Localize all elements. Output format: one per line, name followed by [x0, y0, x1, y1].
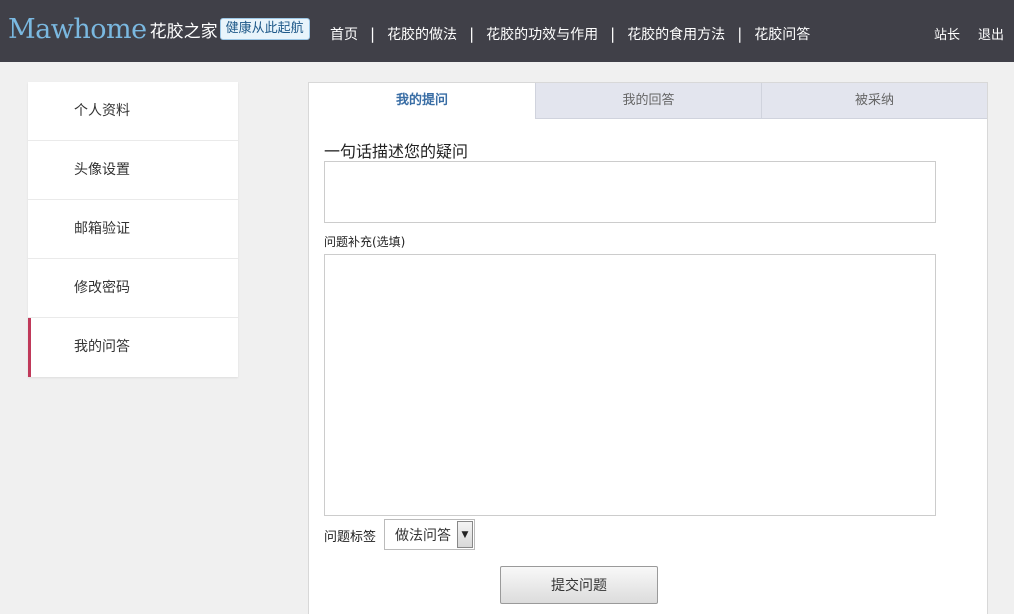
question-detail-input[interactable]: [324, 254, 936, 516]
sidebar-item-profile[interactable]: 个人资料: [28, 82, 238, 141]
account-sidebar: 个人资料 头像设置 邮箱验证 修改密码 我的问答: [28, 82, 238, 377]
top-header: Mawhome 花胶之家 健康从此起航 首页 | 花胶的做法 | 花胶的功效与作…: [0, 0, 1014, 62]
qa-tabs: 我的提问 我的回答 被采纳: [309, 83, 987, 119]
chevron-down-icon[interactable]: ▼: [457, 521, 473, 548]
nav-qa[interactable]: 花胶问答: [742, 24, 822, 44]
question-title-label: 一句话描述您的疑问: [324, 142, 469, 161]
sidebar-item-email-verify[interactable]: 邮箱验证: [28, 200, 238, 259]
nav-benefits[interactable]: 花胶的功效与作用: [474, 24, 610, 44]
user-links: 站长 退出: [916, 24, 1004, 43]
tab-my-questions[interactable]: 我的提问: [309, 83, 535, 119]
nav-eating-methods[interactable]: 花胶的食用方法: [615, 24, 737, 44]
site-logo[interactable]: Mawhome 花胶之家 健康从此起航: [8, 12, 310, 46]
tab-accepted[interactable]: 被采纳: [761, 83, 987, 119]
tab-my-answers[interactable]: 我的回答: [535, 83, 761, 119]
question-tag-label: 问题标签: [324, 530, 377, 545]
qa-panel: 我的提问 我的回答 被采纳 一句话描述您的疑问 问题补充(选填) 问题标签 做法…: [308, 82, 988, 614]
logo-chinese: 花胶之家: [149, 21, 218, 42]
tag-selected-value: 做法问答: [395, 527, 451, 544]
nav-home[interactable]: 首页: [318, 24, 370, 44]
logout-link[interactable]: 退出: [978, 24, 1004, 43]
question-detail-label: 问题补充(选填): [324, 235, 406, 249]
sidebar-item-avatar[interactable]: 头像设置: [28, 141, 238, 200]
logo-english: Mawhome: [8, 13, 147, 45]
logo-slogan: 健康从此起航: [219, 18, 310, 40]
user-profile-link[interactable]: 站长: [934, 24, 960, 43]
sidebar-item-change-password[interactable]: 修改密码: [28, 259, 238, 318]
main-nav: 首页 | 花胶的做法 | 花胶的功效与作用 | 花胶的食用方法 | 花胶问答: [318, 22, 822, 46]
nav-recipes[interactable]: 花胶的做法: [375, 24, 469, 44]
question-title-input[interactable]: [324, 161, 936, 223]
sidebar-item-my-qa[interactable]: 我的问答: [28, 318, 238, 377]
question-tag-select[interactable]: 做法问答 ▼: [384, 519, 475, 550]
submit-question-button[interactable]: 提交问题: [500, 566, 658, 604]
